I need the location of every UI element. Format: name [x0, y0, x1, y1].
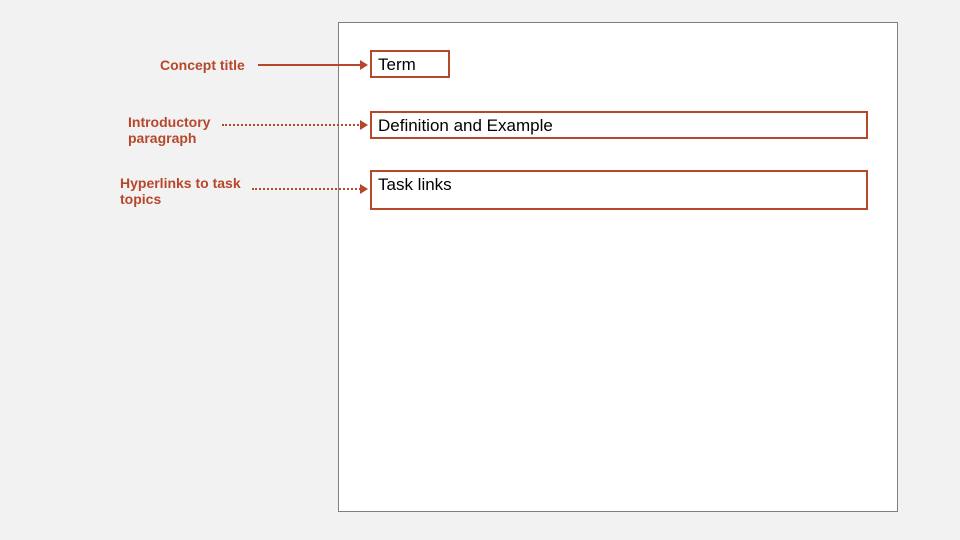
arrow-dashed	[252, 188, 364, 190]
box-term: Term	[370, 50, 450, 78]
arrow-dashed	[222, 124, 362, 126]
arrow-head-icon	[360, 120, 368, 130]
preview-pane	[338, 22, 898, 512]
arrow-solid	[258, 64, 362, 66]
callout-concept-title: Concept title	[160, 57, 245, 73]
box-task-links: Task links	[370, 170, 868, 210]
arrow-head-icon	[360, 184, 368, 194]
callout-intro-paragraph: Introductory paragraph	[128, 114, 248, 146]
arrow-head-icon	[360, 60, 368, 70]
callout-hyperlinks: Hyperlinks to task topics	[120, 175, 260, 207]
box-definition: Definition and Example	[370, 111, 868, 139]
